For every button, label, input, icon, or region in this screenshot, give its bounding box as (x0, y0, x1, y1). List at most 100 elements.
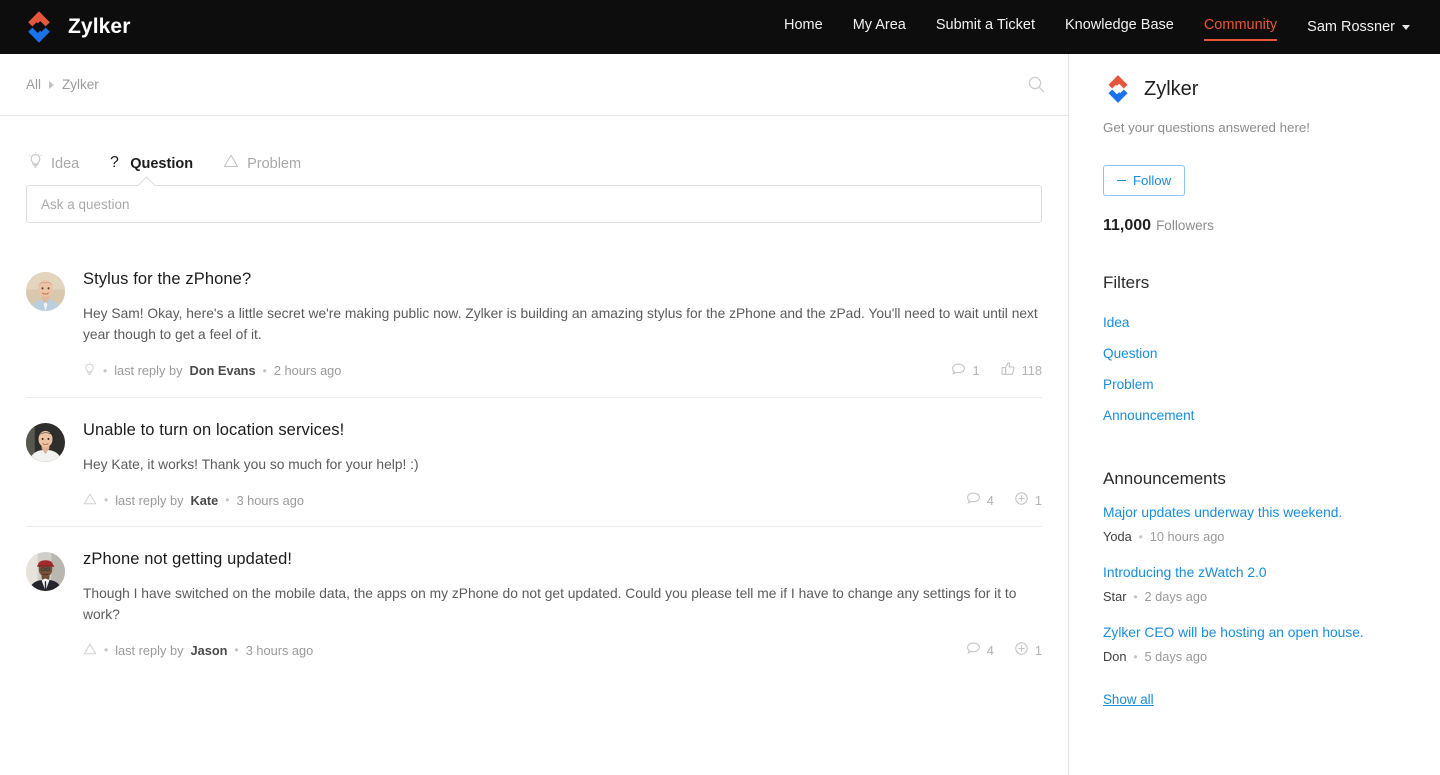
like-count[interactable]: 1 (1014, 641, 1042, 659)
post-reply-prefix: last reply by (115, 643, 183, 658)
nav-link-my-area[interactable]: My Area (853, 17, 906, 37)
announcement-title[interactable]: Introducing the zWatch 2.0 (1103, 563, 1440, 582)
ask-question-wrapper: Ask a question (0, 185, 1068, 223)
zylker-logo-svg (1103, 74, 1133, 104)
tab-problem[interactable]: Problem (223, 153, 301, 184)
post-title[interactable]: Stylus for the zPhone? (83, 270, 1042, 289)
search-icon[interactable] (1027, 75, 1046, 94)
meta-separator-dot: • (1130, 590, 1141, 604)
warning-triangle-icon-svg (83, 492, 97, 506)
show-all-link[interactable]: Show all (1103, 692, 1154, 707)
caret-right-icon (49, 81, 54, 89)
comment-count-value: 1 (972, 363, 979, 378)
like-count-value: 1 (1035, 643, 1042, 658)
post-reply-author[interactable]: Don Evans (189, 363, 255, 378)
post-meta: • last reply by Don Evans • 2 hours ago (83, 361, 1042, 380)
breadcrumb-item-zylker[interactable]: Zylker (62, 77, 99, 92)
ask-question-placeholder: Ask a question (41, 197, 130, 212)
post-meta: • last reply by Kate • 3 hours ago (83, 491, 1042, 509)
post-type-tabs: Idea ? Question P (0, 116, 1068, 185)
comment-count[interactable]: 4 (966, 491, 994, 509)
meta-separator-dot: • (1135, 530, 1146, 544)
avatar-man-red-cap-svg (26, 552, 65, 591)
avatar (26, 423, 65, 462)
post-stats: 1 118 (951, 361, 1042, 380)
zylker-logo-svg (22, 10, 56, 44)
table-row[interactable]: Unable to turn on location services! Hey… (26, 398, 1042, 527)
comment-count[interactable]: 4 (966, 641, 994, 659)
post-stats: 4 (966, 641, 1042, 659)
like-count-value: 1 (1035, 493, 1042, 508)
svg-text:?: ? (110, 154, 119, 170)
nav-link-community[interactable]: Community (1204, 17, 1277, 37)
comment-bubble-icon (966, 491, 981, 509)
sidebar-title: Zylker (1144, 78, 1198, 101)
lightbulb-icon (28, 152, 43, 175)
minus-icon (1117, 180, 1126, 182)
avatar-woman-dark-hair-svg (26, 423, 65, 462)
post-list: Stylus for the zPhone? Hey Sam! Okay, he… (0, 247, 1068, 676)
post-meta: • last reply by Jason • 3 hours ago (83, 641, 1042, 659)
user-menu[interactable]: Sam Rossner (1307, 19, 1410, 35)
filter-item-idea[interactable]: Idea (1103, 307, 1440, 338)
comment-bubble-icon (966, 641, 981, 659)
nav-link-knowledge-base[interactable]: Knowledge Base (1065, 17, 1174, 37)
page-body: All Zylker (0, 54, 1440, 775)
thumbs-up-icon (1000, 361, 1016, 380)
announcement-title[interactable]: Zylker CEO will be hosting an open house… (1103, 623, 1440, 642)
filter-item-question[interactable]: Question (1103, 338, 1440, 369)
post-meta-left: • last reply by Don Evans • 2 hours ago (83, 362, 341, 380)
announcement-author: Yoda (1103, 529, 1132, 544)
search-icon-svg (1027, 75, 1046, 94)
tab-idea[interactable]: Idea (28, 152, 79, 185)
breadcrumb-bar: All Zylker (0, 54, 1068, 116)
announcement-title[interactable]: Major updates underway this weekend. (1103, 503, 1440, 522)
meta-separator-dot: • (225, 493, 229, 507)
post-reply-author[interactable]: Jason (190, 643, 227, 658)
like-count[interactable]: 1 (1014, 491, 1042, 509)
meta-separator-dot: • (103, 364, 107, 378)
comment-bubble-icon-svg (966, 491, 981, 506)
meta-separator-dot: • (263, 364, 267, 378)
ask-question-input[interactable]: Ask a question (26, 185, 1042, 223)
comment-count[interactable]: 1 (951, 362, 979, 380)
filter-item-problem[interactable]: Problem (1103, 369, 1440, 400)
post-body: Unable to turn on location services! Hey… (83, 421, 1042, 509)
avatar-man-blue-shirt-svg (26, 272, 65, 311)
post-stats: 4 (966, 491, 1042, 509)
post-title[interactable]: zPhone not getting updated! (83, 550, 1042, 569)
post-reply-prefix: last reply by (114, 363, 182, 378)
warning-triangle-icon-svg (223, 153, 239, 169)
post-title[interactable]: Unable to turn on location services! (83, 421, 1042, 440)
post-body: zPhone not getting updated! Though I hav… (83, 550, 1042, 659)
nav-link-home[interactable]: Home (784, 17, 823, 37)
lightbulb-icon (83, 362, 96, 380)
zylker-diamond-logo-icon (22, 10, 56, 44)
avatar (26, 272, 65, 311)
announcements-heading: Announcements (1103, 469, 1440, 489)
question-mark-icon-svg: ? (109, 152, 122, 170)
followers-number: 11,000 (1103, 217, 1151, 234)
post-excerpt: Though I have switched on the mobile dat… (83, 583, 1038, 625)
list-item: Introducing the zWatch 2.0 Star • 2 days… (1103, 563, 1440, 604)
nav-link-submit-a-ticket[interactable]: Submit a Ticket (936, 17, 1035, 37)
post-reply-prefix: last reply by (115, 493, 183, 508)
sidebar-tagline: Get your questions answered here! (1103, 120, 1440, 135)
community-page: Zylker Home My Area Submit a Ticket Know… (0, 0, 1440, 775)
like-count[interactable]: 118 (1000, 361, 1042, 380)
breadcrumb-item-all[interactable]: All (26, 77, 41, 92)
comment-bubble-icon-svg (966, 641, 981, 656)
warning-triangle-icon (83, 642, 97, 659)
filter-item-announcement[interactable]: Announcement (1103, 400, 1440, 431)
list-item: Zylker CEO will be hosting an open house… (1103, 623, 1440, 664)
nav-links: Home My Area Submit a Ticket Knowledge B… (784, 17, 1418, 37)
follow-button[interactable]: Follow (1103, 165, 1185, 196)
table-row[interactable]: zPhone not getting updated! Though I hav… (26, 527, 1042, 676)
followers-label: Followers (1156, 218, 1214, 233)
table-row[interactable]: Stylus for the zPhone? Hey Sam! Okay, he… (26, 247, 1042, 398)
filters-list: Idea Question Problem Announcement (1103, 307, 1440, 431)
brand-logo-link[interactable]: Zylker (22, 10, 130, 44)
user-menu-label: Sam Rossner (1307, 19, 1395, 35)
post-reply-author[interactable]: Kate (190, 493, 218, 508)
post-meta-left: • last reply by Jason • 3 hours ago (83, 642, 313, 659)
